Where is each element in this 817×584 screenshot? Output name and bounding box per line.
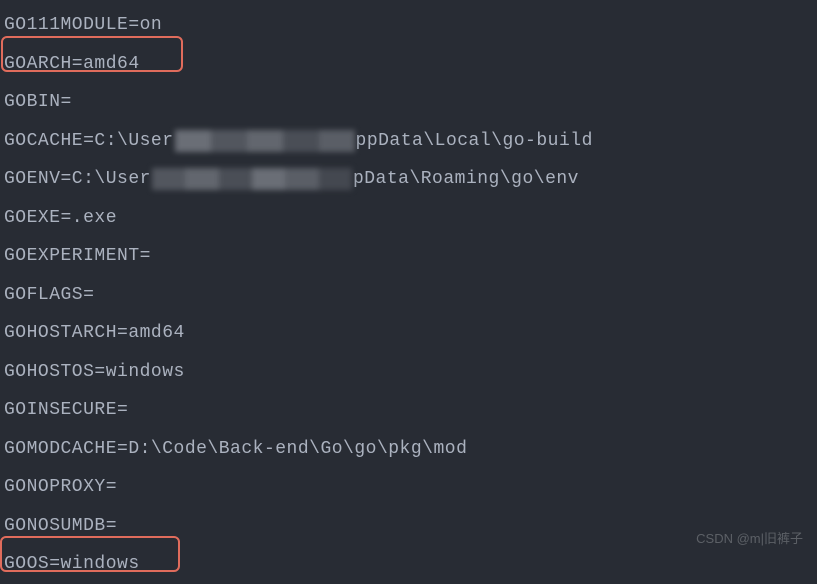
- env-line-gohostarch: GOHOSTARCH=amd64: [4, 314, 817, 353]
- env-text: GOEXE=.exe: [4, 199, 117, 238]
- env-text: GOARCH=amd64: [4, 45, 140, 84]
- env-line-goos: GOOS=windows: [4, 545, 817, 584]
- env-line-goarch: GOARCH=amd64: [4, 45, 817, 84]
- env-line-goenv: GOENV=C:\User pData\Roaming\go\env: [4, 160, 817, 199]
- env-line-goinsecure: GOINSECURE=: [4, 391, 817, 430]
- env-text: GONOSUMDB=: [4, 507, 117, 546]
- env-line-gobin: GOBIN=: [4, 83, 817, 122]
- env-line-go111module: GO111MODULE=on: [4, 6, 817, 45]
- env-line-gocache: GOCACHE=C:\User ppData\Local\go-build: [4, 122, 817, 161]
- csdn-watermark: CSDN @m|旧裤子: [696, 520, 803, 559]
- env-text: GOBIN=: [4, 83, 72, 122]
- env-text: GOEXPERIMENT=: [4, 237, 151, 276]
- env-text: GOHOSTOS=windows: [4, 353, 185, 392]
- redacted-username: [175, 130, 355, 152]
- redacted-username: [152, 168, 352, 190]
- env-text: GOFLAGS=: [4, 276, 94, 315]
- env-line-gonoproxy: GONOPROXY=: [4, 468, 817, 507]
- env-text: GONOPROXY=: [4, 468, 117, 507]
- env-text: GOMODCACHE=D:\Code\Back-end\Go\go\pkg\mo…: [4, 430, 467, 469]
- env-text: GO111MODULE=on: [4, 6, 162, 45]
- env-text: GOENV=C:\User: [4, 160, 151, 199]
- env-line-goexperiment: GOEXPERIMENT=: [4, 237, 817, 276]
- env-line-gomodcache: GOMODCACHE=D:\Code\Back-end\Go\go\pkg\mo…: [4, 430, 817, 469]
- env-text: GOHOSTARCH=amd64: [4, 314, 185, 353]
- env-text: GOCACHE=C:\User: [4, 122, 174, 161]
- env-line-gonosumdb: GONOSUMDB=: [4, 507, 817, 546]
- env-text: GOOS=windows: [4, 545, 140, 584]
- env-text: ppData\Local\go-build: [356, 122, 593, 161]
- env-line-gohostos: GOHOSTOS=windows: [4, 353, 817, 392]
- env-line-goflags: GOFLAGS=: [4, 276, 817, 315]
- env-text: GOINSECURE=: [4, 391, 128, 430]
- env-text: pData\Roaming\go\env: [353, 160, 579, 199]
- env-line-goexe: GOEXE=.exe: [4, 199, 817, 238]
